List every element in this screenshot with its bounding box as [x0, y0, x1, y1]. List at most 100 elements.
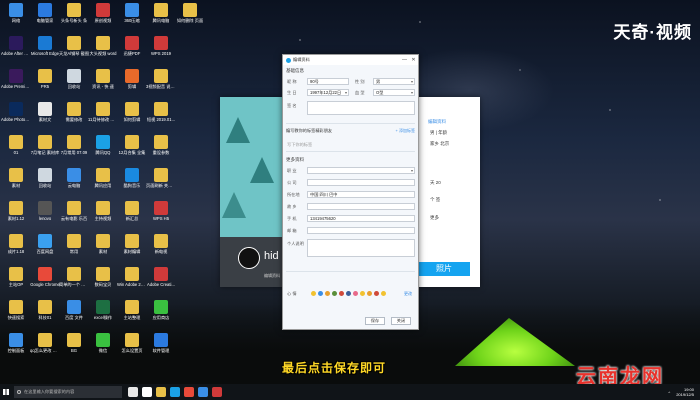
email-input[interactable] [307, 227, 415, 234]
desktop-icon[interactable]: 头条号新头 条 [59, 2, 89, 34]
desktop-icon[interactable]: Adobe Photosh... [1, 101, 31, 133]
emoji-icon[interactable] [381, 291, 386, 296]
desktop-icon[interactable]: 应用商店 [146, 299, 176, 331]
desktop-icon[interactable]: 01 [1, 134, 31, 166]
company-input[interactable] [307, 179, 415, 186]
taskbar-app-icon[interactable] [128, 387, 138, 397]
desktop-icon[interactable]: 常用 [59, 233, 89, 265]
desktop-icon[interactable]: 腾讯QQ [88, 134, 118, 166]
desktop-icon[interactable]: 回收站 [30, 167, 60, 199]
taskbar-app-icon[interactable] [198, 387, 208, 397]
desktop-icon[interactable]: PR5 [30, 68, 60, 100]
desktop-icon[interactable]: 微信 [88, 332, 118, 364]
desktop-icon[interactable]: excel操作 [88, 299, 118, 331]
taskbar-search[interactable]: 在这里输入你要搜索的内容 [14, 386, 122, 398]
desktop-icon[interactable]: 360压缩 [117, 2, 147, 34]
location-select[interactable]: 中国 四川 巴中 [307, 191, 415, 198]
desktop-icon[interactable]: 简单的一个 截图 [59, 266, 89, 298]
desktop-icon[interactable]: 快速搜索 [1, 299, 31, 331]
desktop-icon[interactable]: 素材编辑 [117, 233, 147, 265]
desktop-icon[interactable]: 数码宝贝 [88, 266, 118, 298]
desktop-icon[interactable]: 主站OP [1, 266, 31, 298]
hometown-select[interactable] [307, 203, 415, 210]
mood-change-link[interactable]: 更改 [404, 291, 412, 297]
desktop-icon[interactable]: 3视频配音 说说字幕 [146, 68, 176, 100]
birthday-select[interactable]: 1997年12月22日 ▾ [307, 89, 349, 96]
taskbar-app-icon[interactable] [212, 387, 222, 397]
desktop-icon[interactable]: Adobe Creati... [146, 266, 176, 298]
emoji-icon[interactable] [367, 291, 372, 296]
job-select[interactable]: ▾ [307, 167, 415, 174]
desktop-icon[interactable]: 7月笔记 素材库 [30, 134, 60, 166]
cancel-button[interactable]: 关闭 [391, 317, 411, 325]
desktop-icon[interactable]: Google Chrome [30, 266, 60, 298]
desktop-icon[interactable]: 7月常用 07.09 [59, 134, 89, 166]
save-button[interactable]: 保存 [365, 317, 385, 325]
desktop-icon[interactable]: 百度网盘 [30, 233, 60, 265]
blood-type-select[interactable]: O型 ▾ [373, 89, 415, 96]
tray-chevron-icon[interactable]: ^ [668, 390, 670, 395]
desktop-icon[interactable]: Win Adobe 2018 正... [117, 266, 147, 298]
desktop-icon[interactable]: 软件管理 [146, 332, 176, 364]
desktop-icon[interactable]: 云电脑 [59, 167, 89, 199]
desktop-icon[interactable]: 如何删除 页面 [175, 2, 205, 34]
desktop-icon[interactable]: 迅捷PDF [117, 35, 147, 67]
desktop-icon[interactable]: 腾讯应用 [88, 167, 118, 199]
desktop-icon[interactable]: 回收站 [59, 68, 89, 100]
desktop-icon[interactable]: 页面刷新 关闭页面 [146, 167, 176, 199]
desktop-icon[interactable]: Microsoft Edge [30, 35, 60, 67]
emoji-icon[interactable] [311, 291, 316, 296]
desktop-icon[interactable]: 原创视频 [88, 2, 118, 34]
minimize-button[interactable]: — [400, 57, 409, 63]
upload-photo-button[interactable]: 照片 [418, 262, 470, 276]
desktop-icon[interactable]: WPS H5 [146, 200, 176, 232]
desktop-icon[interactable]: qq怎么更改 名字 [30, 332, 60, 364]
emoji-icon[interactable] [346, 291, 351, 296]
desktop-icon[interactable]: Adobe Premiere P... [1, 68, 31, 100]
desktop-icon[interactable]: 素材1.12 [1, 200, 31, 232]
start-button[interactable] [0, 384, 12, 400]
desktop-icon[interactable]: 新汇总 [117, 200, 147, 232]
clock[interactable]: 19:00 2019/12/5 [676, 387, 694, 397]
avatar[interactable] [238, 247, 260, 269]
desktop-icon[interactable]: 需要修改 [59, 101, 89, 133]
desktop-icon[interactable]: 素材 [88, 233, 118, 265]
emoji-icon[interactable] [353, 291, 358, 296]
taskbar-app-icon[interactable] [156, 387, 166, 397]
desktop-icon[interactable]: BG [59, 332, 89, 364]
emoji-icon[interactable] [339, 291, 344, 296]
edit-profile-link[interactable]: 编辑资料 [428, 119, 446, 125]
desktop-icon[interactable]: 天龙Al钢琴 截图 [59, 35, 89, 67]
emoji-icon[interactable] [360, 291, 365, 296]
desktop-icon[interactable]: 短视 2019.01... [146, 101, 176, 133]
intro-input[interactable] [307, 239, 415, 257]
close-button[interactable]: ✕ [409, 57, 418, 63]
desktop-icon[interactable]: 云有电影 乐百 [59, 200, 89, 232]
taskbar-app-icon[interactable] [170, 387, 180, 397]
desktop-icon[interactable]: WPS 2019 [146, 35, 176, 67]
taskbar-app-icon[interactable] [184, 387, 194, 397]
taskbar-app-icon[interactable] [142, 387, 152, 397]
desktop-icon[interactable]: 重设参数 [146, 134, 176, 166]
desktop-icon[interactable]: 怎么设置页 [117, 332, 147, 364]
gender-select[interactable]: 男 ▾ [373, 78, 415, 85]
desktop-icon[interactable]: Adobe After Effects CC ... [1, 35, 31, 67]
desktop-icon[interactable]: 电脑管家 [30, 2, 60, 34]
desktop-icon[interactable]: 网络 [1, 2, 31, 34]
desktop-icon[interactable]: 12月合集 全集 [117, 134, 147, 166]
desktop-icon[interactable]: 如何剪辑 [117, 101, 147, 133]
emoji-icon[interactable] [374, 291, 379, 296]
emoji-icon[interactable] [318, 291, 323, 296]
tags-placeholder[interactable]: 写下你的标签 [287, 142, 312, 148]
desktop-icon[interactable]: 成片1.18 [1, 233, 31, 265]
desktop-icon[interactable]: 百度 文件 [59, 299, 89, 331]
desktop-icon[interactable]: 素材文 [30, 101, 60, 133]
desktop-icon[interactable]: 科技01 [30, 299, 60, 331]
nickname-input[interactable]: 90号 [307, 78, 349, 85]
phone-input[interactable]: 13419475620 [307, 215, 415, 222]
desktop-icon[interactable]: 控制面板 [1, 332, 31, 364]
desktop-icon[interactable]: 剪辑 [117, 68, 147, 100]
desktop-icon[interactable]: 素材 [1, 167, 31, 199]
signature-input[interactable] [307, 101, 415, 115]
emoji-icon[interactable] [332, 291, 337, 296]
